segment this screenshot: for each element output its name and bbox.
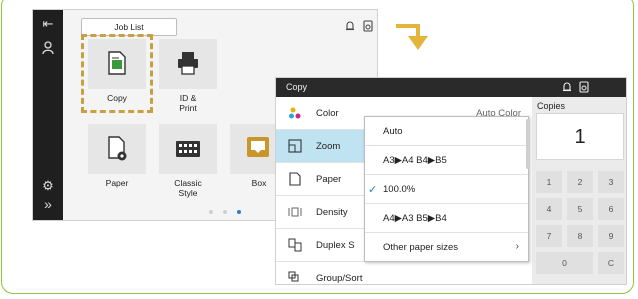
zoom-option-other-sizes[interactable]: Other paper sizes › (365, 233, 528, 262)
copies-display: 1 (536, 113, 624, 160)
page-dot[interactable] (209, 210, 213, 214)
function-label: Duplex S (316, 240, 355, 251)
keyboard-icon (176, 141, 200, 157)
zoom-option-label: A3▶A4 B4▶B5 (383, 155, 447, 166)
device-status-icon[interactable] (361, 19, 375, 33)
zoom-option-label: Other paper sizes (383, 242, 458, 253)
zoom-icon (288, 139, 302, 153)
id-print-tile[interactable] (159, 39, 217, 89)
zoom-option-label: Auto (383, 126, 403, 137)
copy-selection-highlight (81, 34, 153, 113)
zoom-option-a4-a3[interactable]: A4▶A3 B5▶B4 (365, 204, 528, 233)
bell-icon[interactable] (343, 19, 357, 33)
function-label: Density (316, 207, 348, 218)
paper-settings-icon (108, 136, 127, 161)
duplex-icon (288, 238, 302, 252)
check-icon: ✓ (368, 184, 378, 196)
keypad-key-2[interactable]: 2 (567, 171, 593, 193)
zoom-option-100[interactable]: ✓ 100.0% (365, 175, 528, 204)
keypad-key-3[interactable]: 3 (598, 171, 624, 193)
bell-icon[interactable] (561, 81, 573, 93)
keypad-key-5[interactable]: 5 (567, 198, 593, 220)
copies-label: Copies (537, 101, 566, 111)
paper-tile[interactable] (88, 124, 146, 174)
zoom-option-label: A4▶A3 B5▶B4 (383, 213, 447, 224)
function-label: Zoom (316, 141, 341, 152)
keypad-key-9[interactable]: 9 (598, 225, 624, 247)
keypad-key-7[interactable]: 7 (536, 225, 562, 247)
home-sidebar: ⇤ ⚙ » (33, 10, 63, 220)
copies-panel: Copies 1 1 2 3 4 5 6 7 8 9 0 C (532, 97, 626, 284)
group-sort-icon (288, 271, 299, 282)
keypad-key-8[interactable]: 8 (567, 225, 593, 247)
keypad-key-4[interactable]: 4 (536, 198, 562, 220)
zoom-option-auto[interactable]: Auto (365, 117, 528, 146)
zoom-option-a3-a4[interactable]: A3▶A4 B4▶B5 (365, 146, 528, 175)
classic-style-tile-label: Classic Style (174, 178, 202, 198)
keypad-key-clear[interactable]: C (598, 252, 624, 274)
transition-arrow-icon (396, 24, 428, 50)
keypad-key-6[interactable]: 6 (598, 198, 624, 220)
printer-icon (178, 52, 198, 75)
paper-tile-label: Paper (105, 178, 129, 188)
id-print-tile-label: ID & Print (179, 93, 197, 113)
classic-style-tile[interactable] (159, 124, 217, 174)
color-icon (289, 107, 301, 119)
keypad-key-1[interactable]: 1 (536, 171, 562, 193)
chevron-right-icon: › (515, 241, 519, 252)
function-label: Group/Sort (316, 273, 363, 284)
settings-icon[interactable]: ⚙ (40, 178, 56, 194)
density-icon (288, 207, 302, 217)
function-row-group-sort[interactable]: Group/Sort (276, 262, 529, 284)
page-dot[interactable] (223, 210, 227, 214)
copy-screen-title: Copy (286, 82, 308, 92)
page-dot-active[interactable] (237, 210, 241, 214)
function-label: Paper (316, 174, 342, 185)
zoom-option-label: 100.0% (383, 184, 416, 195)
copies-value: 1 (574, 126, 586, 148)
menu-scrollbar[interactable] (526, 119, 530, 169)
copy-header: Copy (276, 78, 626, 97)
expand-icon[interactable]: » (40, 196, 56, 212)
zoom-dropdown-menu: Auto A3▶A4 B4▶B5 ✓ 100.0% A4▶A3 B5▶B4 Ot… (364, 116, 529, 262)
user-icon[interactable] (40, 40, 56, 56)
logout-icon[interactable]: ⇤ (40, 16, 56, 32)
paper-icon (289, 172, 301, 186)
device-status-icon[interactable] (578, 81, 590, 93)
box-icon (247, 137, 269, 157)
function-label: Color (316, 108, 339, 119)
keypad-key-0[interactable]: 0 (536, 252, 593, 274)
